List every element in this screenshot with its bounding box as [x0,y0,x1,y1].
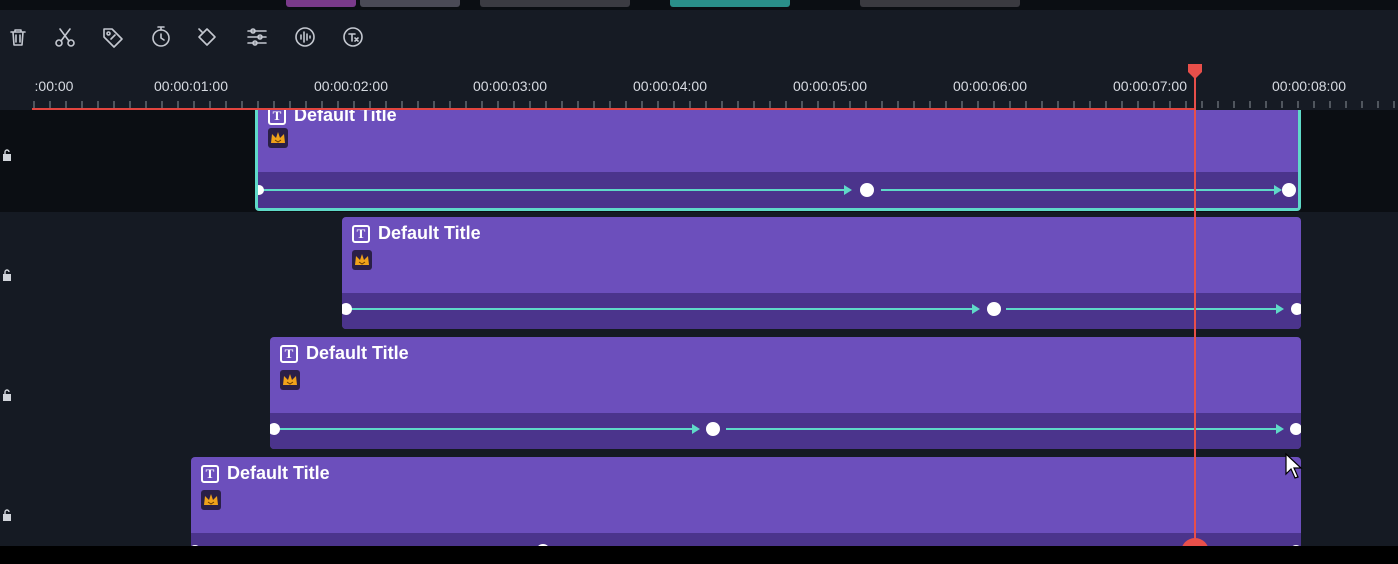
clip-title: Default Title [378,223,481,243]
title-clip[interactable]: T Default Title [255,110,1301,211]
mouse-cursor-icon [1284,452,1304,482]
timeline-tracks: T Default Title T Default Title T Defaul… [0,110,1398,546]
keyframe-point[interactable] [1291,303,1301,315]
clip-header: T Default Title [280,343,409,364]
keyframe-band[interactable] [270,413,1301,449]
media-thumbnail [286,0,356,7]
crown-icon [352,250,372,270]
clip-header: T Default Title [352,223,481,244]
ruler-label: 00:00:02:00 [314,78,388,94]
clip-title: Default Title [306,343,409,363]
keyframe-point[interactable] [342,303,352,315]
ruler-label: 00:00:06:00 [953,78,1027,94]
keyframe-point[interactable] [270,423,280,435]
clip-header: T Default Title [201,463,330,484]
title-track: T Default Title [0,452,1398,546]
title-clip[interactable]: T Default Title [191,457,1301,546]
crown-icon [280,370,300,390]
tag-icon[interactable] [98,22,128,52]
bottom-bar [0,546,1398,564]
text-type-icon: T [201,464,219,483]
lock-icon[interactable] [0,148,14,162]
keyframe-point[interactable] [258,185,264,195]
playhead-line[interactable] [1194,76,1196,556]
title-track: T Default Title [0,212,1398,332]
playhead-handle[interactable] [1186,62,1204,80]
media-thumbnail [360,0,460,7]
keyframe-point[interactable] [860,183,874,197]
speech-to-text-icon[interactable] [338,22,368,52]
keyframe-point[interactable] [1290,423,1301,435]
keyframe-point[interactable] [1282,183,1296,197]
text-type-icon: T [352,224,370,243]
ruler-label: 00:00:07:00 [1113,78,1187,94]
keyframe-band[interactable] [258,172,1298,208]
media-thumbnail [670,0,790,7]
crown-icon [201,490,221,510]
lock-icon[interactable] [0,268,14,282]
text-type-icon: T [268,110,286,125]
media-thumbnail-strip [0,0,1398,10]
keyframe-band[interactable] [191,533,1301,546]
lock-icon[interactable] [0,508,14,522]
title-clip[interactable]: T Default Title [342,217,1301,329]
ruler-label: 00:00:08:00 [1272,78,1346,94]
lock-icon[interactable] [0,388,14,402]
scissors-icon[interactable] [50,22,80,52]
ruler-label: :00:00 [34,78,74,94]
title-clip[interactable]: T Default Title [270,337,1301,449]
ruler-label: 00:00:05:00 [793,78,867,94]
keyframe-icon[interactable] [192,22,222,52]
keyframe-point[interactable] [987,302,1001,316]
ruler-label: 00:00:04:00 [633,78,707,94]
clip-title: Default Title [294,110,397,125]
keyframe-band[interactable] [342,293,1301,329]
adjust-icon[interactable] [242,22,272,52]
clip-title: Default Title [227,463,330,483]
crown-icon [268,128,288,148]
ruler-label: 00:00:01:00 [154,78,228,94]
title-track: T Default Title [0,332,1398,452]
timeline-toolbar [0,10,1398,66]
media-thumbnail [480,0,630,7]
timer-icon[interactable] [146,22,176,52]
text-type-icon: T [280,344,298,363]
keyframe-point[interactable] [706,422,720,436]
ruler-label: 00:00:03:00 [473,78,547,94]
clip-header: T Default Title [268,110,397,126]
trash-icon[interactable] [3,22,33,52]
audio-icon[interactable] [290,22,320,52]
media-thumbnail [860,0,1020,7]
